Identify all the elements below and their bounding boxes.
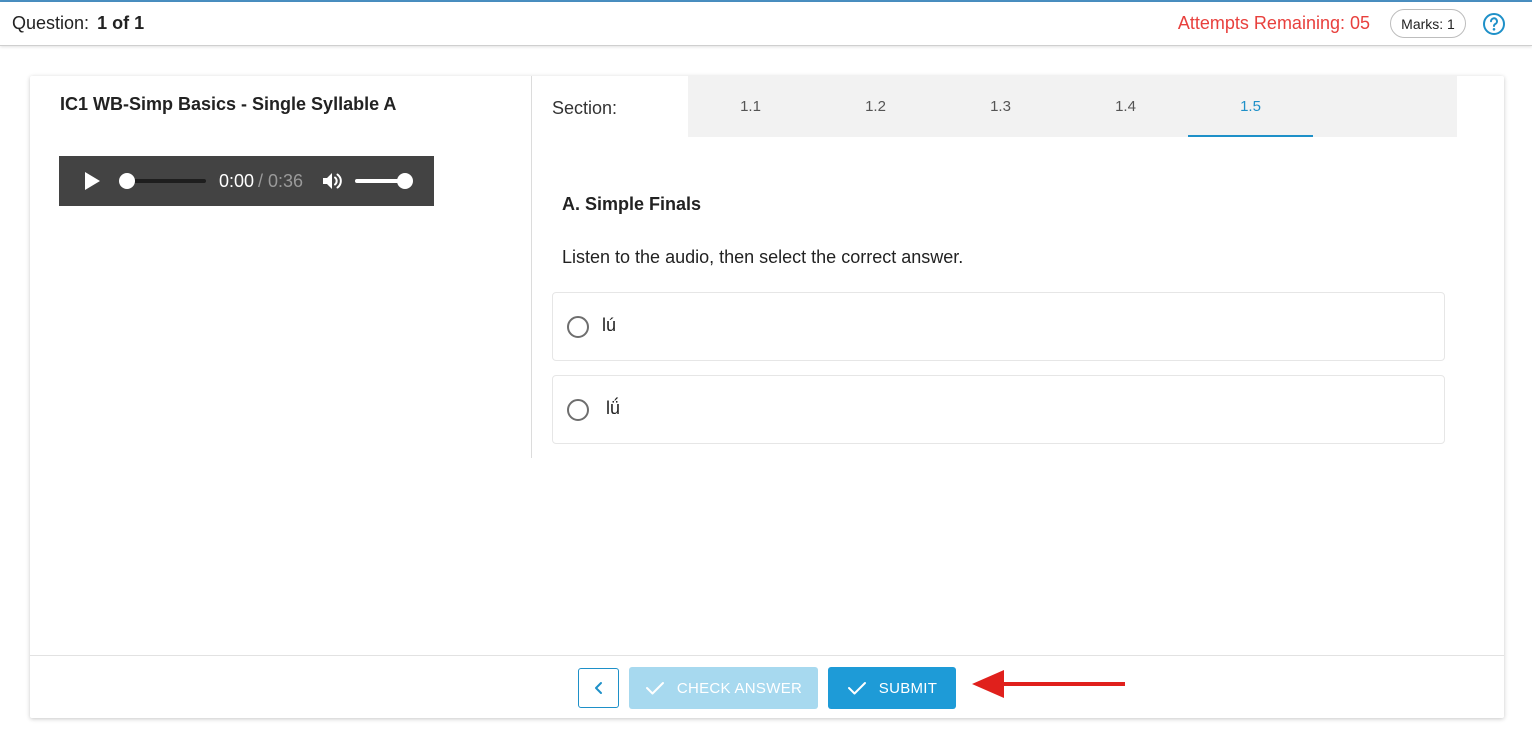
lesson-title: IC1 WB-Simp Basics - Single Syllable A	[60, 94, 397, 114]
tab-1-5[interactable]: 1.5	[1188, 76, 1313, 137]
quiz-header: Question: 1 of 1 Attempts Remaining: 05 …	[0, 2, 1532, 46]
audio-duration: / 0:36	[258, 171, 304, 191]
part-title: A. Simple Finals	[562, 194, 702, 214]
question-counter-label: Question:	[12, 13, 90, 33]
question-counter: Question: 1 of 1	[12, 13, 144, 34]
section-label: Section:	[552, 98, 618, 118]
check-answer-label: CHECK ANSWER	[676, 679, 803, 697]
audio-current-time: 0:00	[219, 171, 255, 191]
volume-icon[interactable]	[321, 170, 343, 192]
panel-divider	[531, 76, 532, 458]
answer-option-2[interactable]: lǘ	[552, 375, 1445, 444]
question-counter-value: 1 of 1	[97, 13, 145, 33]
footer-divider	[30, 655, 1504, 656]
radio-button[interactable]	[567, 399, 589, 421]
attempts-remaining: Attempts Remaining: 05	[1177, 13, 1370, 33]
submit-button[interactable]: SUBMIT	[828, 667, 956, 709]
previous-button[interactable]	[578, 668, 619, 708]
marks-badge: Marks: 1	[1390, 9, 1466, 38]
help-icon[interactable]	[1482, 12, 1506, 36]
audio-seek-bar[interactable]	[126, 179, 206, 183]
tab-1-2[interactable]: 1.2	[813, 76, 938, 137]
audio-player: 0:00 / 0:36	[59, 156, 434, 206]
question-card: IC1 WB-Simp Basics - Single Syllable A 0…	[30, 76, 1504, 718]
question-instruction: Listen to the audio, then select the cor…	[562, 247, 964, 267]
tab-1-4[interactable]: 1.4	[1063, 76, 1188, 137]
answer-option-label: lǘ	[606, 398, 621, 418]
audio-seek-handle[interactable]	[119, 173, 135, 189]
answer-option-label: lú	[602, 315, 617, 335]
chevron-left-icon	[594, 682, 602, 694]
tab-1-3[interactable]: 1.3	[938, 76, 1063, 137]
checkmark-icon	[847, 682, 866, 695]
radio-button[interactable]	[567, 316, 589, 338]
volume-slider-handle[interactable]	[397, 173, 413, 189]
answer-option-1[interactable]: lú	[552, 292, 1445, 361]
checkmark-icon	[645, 682, 664, 695]
section-tabs: 1.1 1.2 1.3 1.4 1.5	[688, 76, 1457, 137]
submit-label: SUBMIT	[878, 679, 938, 697]
check-answer-button[interactable]: CHECK ANSWER	[629, 667, 818, 709]
red-arrow-annotation	[972, 670, 1125, 698]
play-icon[interactable]	[81, 170, 103, 192]
tab-1-1[interactable]: 1.1	[688, 76, 813, 137]
